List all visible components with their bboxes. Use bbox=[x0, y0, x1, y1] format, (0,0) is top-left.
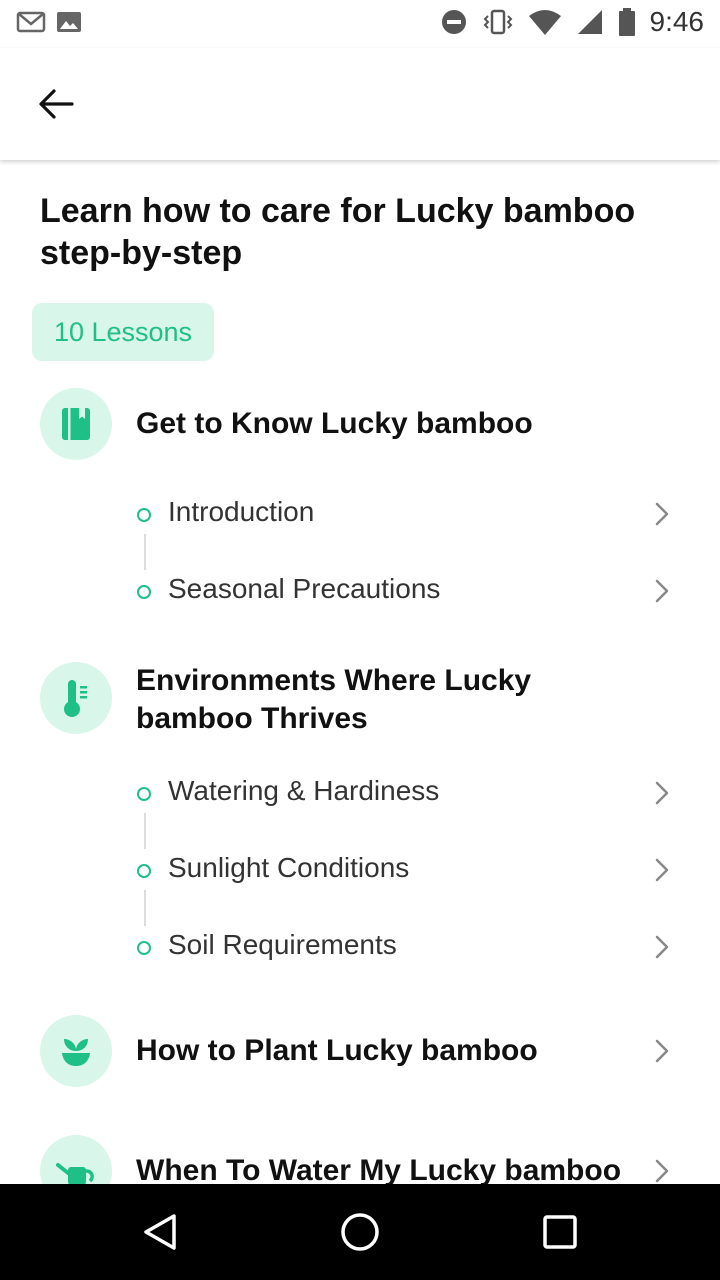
status-time: 9:46 bbox=[649, 6, 705, 37]
chevron-right-icon bbox=[650, 1157, 674, 1184]
system-navigation-bar bbox=[0, 1184, 720, 1280]
gmail-icon bbox=[16, 11, 46, 33]
section-title: Get to Know Lucky bamboo bbox=[136, 407, 533, 440]
lesson-soil-requirements[interactable]: Soil Requirements bbox=[136, 921, 696, 975]
vibrate-icon bbox=[483, 9, 512, 35]
lesson-introduction[interactable]: Introduction bbox=[136, 488, 696, 542]
section-title: When To Water My Lucky bamboo bbox=[136, 1154, 622, 1184]
chevron-right-icon bbox=[650, 500, 674, 528]
section-icon bbox=[40, 662, 112, 734]
lesson-dot bbox=[137, 941, 151, 955]
section-icon bbox=[40, 388, 112, 460]
lesson-label: Watering & Hardiness bbox=[168, 775, 440, 806]
recents-square-icon bbox=[543, 1215, 577, 1249]
dnd-icon bbox=[441, 10, 466, 34]
lesson-sunlight-conditions[interactable]: Sunlight Conditions bbox=[136, 844, 696, 898]
chevron-right-icon bbox=[650, 1037, 674, 1065]
lesson-list-page: Learn how to care for Lucky bamboo step-… bbox=[0, 160, 720, 1184]
chevron-right-icon bbox=[650, 856, 674, 884]
home-circle-icon bbox=[341, 1213, 379, 1251]
lesson-dot bbox=[137, 864, 151, 878]
lesson-dot bbox=[137, 508, 151, 522]
section-title: Environments Where Lucky bamboo Thrives bbox=[136, 664, 532, 735]
sprout-pot-icon bbox=[62, 1039, 90, 1066]
chevron-right-icon bbox=[650, 779, 674, 807]
lesson-label: Introduction bbox=[168, 496, 315, 527]
status-bar: 9:46 bbox=[0, 0, 720, 48]
lesson-label: Seasonal Precautions bbox=[168, 573, 441, 604]
lesson-label: Soil Requirements bbox=[168, 929, 397, 960]
chevron-right-icon bbox=[650, 577, 674, 605]
nav-home-button[interactable] bbox=[336, 1208, 384, 1256]
notification-icons bbox=[16, 10, 82, 34]
lesson-label: Sunlight Conditions bbox=[168, 852, 410, 883]
nav-back-button[interactable] bbox=[136, 1208, 184, 1256]
book-icon bbox=[62, 408, 90, 440]
battery-icon bbox=[618, 8, 635, 36]
chevron-right-icon bbox=[650, 933, 674, 961]
section-icon bbox=[40, 1135, 112, 1184]
lesson-seasonal-precautions[interactable]: Seasonal Precautions bbox=[136, 565, 696, 619]
back-button[interactable] bbox=[32, 84, 80, 124]
lesson-watering-hardiness[interactable]: Watering & Hardiness bbox=[136, 767, 696, 821]
system-icons: 9:46 bbox=[440, 6, 705, 38]
thermometer-icon bbox=[64, 680, 87, 717]
cell-signal-icon bbox=[577, 10, 602, 34]
app-bar bbox=[0, 48, 720, 160]
arrow-left-icon bbox=[39, 89, 74, 119]
image-icon bbox=[57, 12, 81, 32]
lessons-count-badge: 10 Lessons bbox=[32, 303, 214, 361]
watering-can-icon bbox=[56, 1163, 94, 1184]
lesson-dot bbox=[137, 787, 151, 801]
section-when-to-water[interactable]: When To Water My Lucky bamboo bbox=[0, 1135, 720, 1184]
lesson-dot bbox=[137, 585, 151, 599]
wifi-icon bbox=[528, 10, 561, 35]
section-icon bbox=[40, 1015, 112, 1087]
section-title: How to Plant Lucky bamboo bbox=[136, 1034, 538, 1067]
back-triangle-icon bbox=[144, 1214, 176, 1250]
nav-recents-button[interactable] bbox=[536, 1208, 584, 1256]
section-how-to-plant[interactable]: How to Plant Lucky bamboo bbox=[0, 1015, 720, 1087]
page-title: Learn how to care for Lucky bamboo step-… bbox=[40, 192, 636, 272]
